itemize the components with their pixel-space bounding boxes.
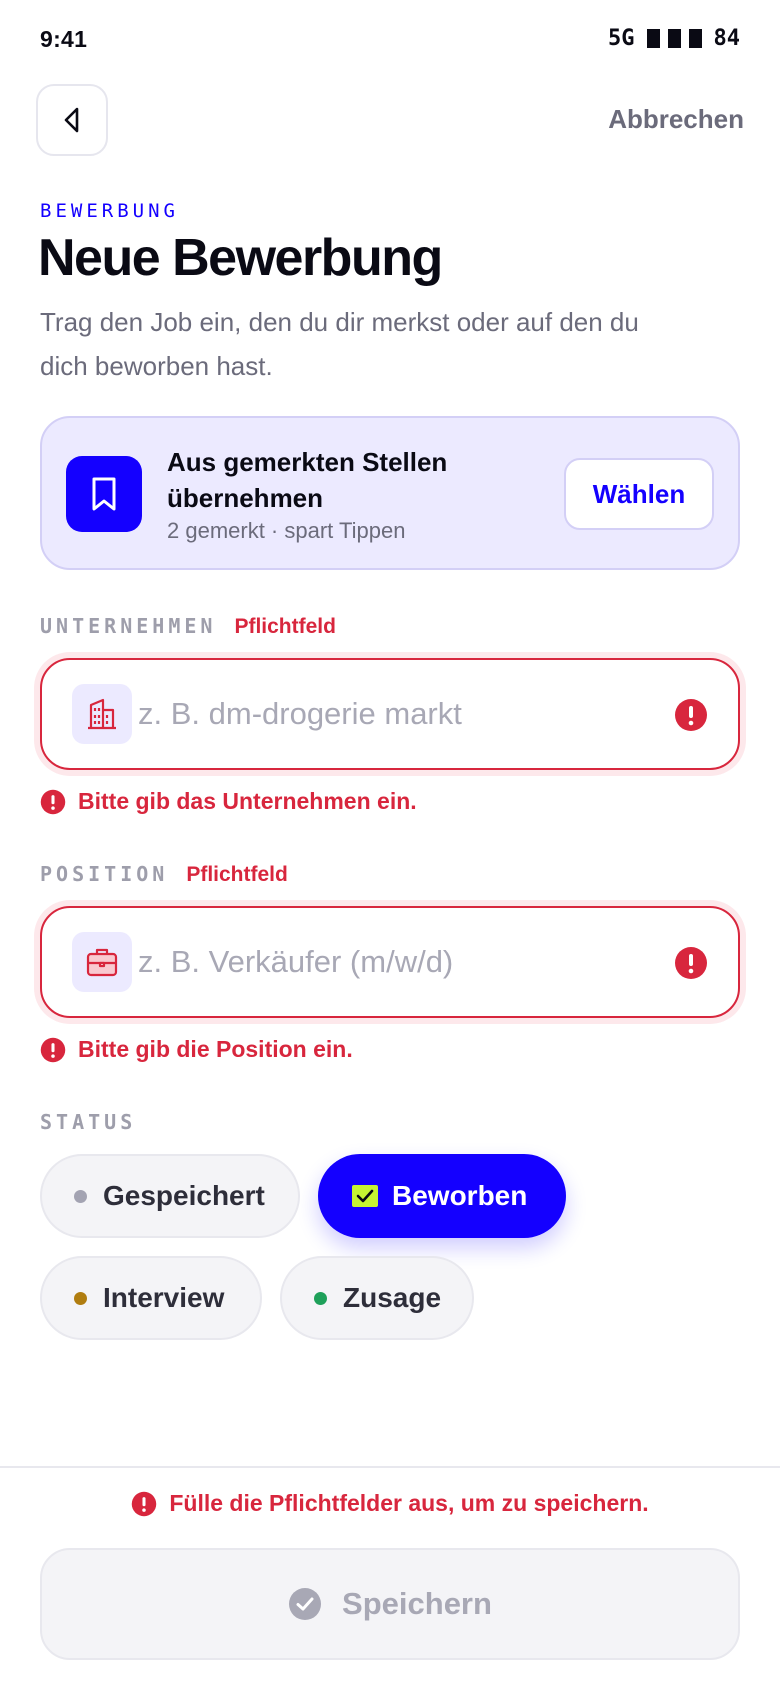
status-option-label: Beworben	[392, 1180, 528, 1211]
footer-divider	[0, 1466, 780, 1468]
save-warning-text: Fülle die Pflichtfelder aus, um zu speic…	[169, 1490, 649, 1516]
back-button[interactable]	[36, 84, 108, 156]
position-required-badge: Pflichtfeld	[186, 863, 288, 886]
chevron-left-icon	[64, 107, 79, 133]
saved-jobs-subtitle: 2 gemerkt · spart Tippen	[167, 518, 406, 543]
company-label: UNTERNEHMEN	[40, 614, 217, 638]
cancel-link[interactable]: Abbrechen	[608, 104, 744, 135]
building-icon	[72, 684, 132, 744]
briefcase-icon	[72, 932, 132, 992]
error-icon	[675, 947, 707, 979]
bookmark-icon	[66, 456, 142, 532]
status-option-gespeichert[interactable]: Gespeichert	[40, 1154, 300, 1238]
status-dot	[74, 1189, 87, 1203]
check-circle-icon	[289, 1588, 322, 1620]
section-eyebrow: BEWERBUNG	[40, 200, 179, 222]
choose-saved-job-button[interactable]: Wählen	[564, 458, 714, 530]
error-icon	[40, 789, 66, 814]
status-option-interview[interactable]: Interview	[40, 1256, 262, 1340]
signal-icon	[646, 29, 702, 48]
checkbox-checked-icon	[352, 1185, 378, 1207]
error-icon	[675, 699, 707, 731]
position-input[interactable]	[138, 908, 658, 1016]
company-input-container	[40, 658, 740, 770]
status-option-label: Gespeichert	[103, 1180, 265, 1211]
saved-jobs-card: Aus gemerkten Stellen übernehmen 2 gemer…	[40, 416, 740, 570]
status-option-label: Zusage	[343, 1282, 442, 1313]
save-button-label: Speichern	[342, 1586, 492, 1621]
error-icon	[40, 1037, 66, 1062]
company-error-message: Bitte gib das Unternehmen ein.	[40, 788, 417, 815]
save-warning: Fülle die Pflichtfelder aus, um zu speic…	[0, 1490, 780, 1517]
status-option-label: Interview	[103, 1282, 225, 1313]
status-time: 9:41	[40, 26, 88, 52]
status-label: STATUS	[40, 1110, 137, 1134]
position-field-label: POSITION Pflichtfeld	[40, 862, 288, 887]
network-label: 5G	[608, 26, 635, 51]
company-input[interactable]	[138, 660, 658, 768]
position-label: POSITION	[40, 862, 169, 886]
status-option-beworben[interactable]: Beworben	[318, 1154, 566, 1238]
position-input-container	[40, 906, 740, 1018]
company-error-text: Bitte gib das Unternehmen ein.	[78, 788, 417, 814]
error-icon	[132, 1491, 157, 1516]
company-required-badge: Pflichtfeld	[234, 615, 336, 638]
status-indicators: 5G 84	[608, 26, 740, 51]
position-error-message: Bitte gib die Position ein.	[40, 1036, 353, 1063]
saved-jobs-title: Aus gemerkten Stellen übernehmen	[167, 447, 448, 513]
battery-level: 84	[713, 26, 741, 51]
status-bar: 9:41 5G 84	[0, 0, 780, 80]
status-option-zusage[interactable]: Zusage	[280, 1256, 474, 1340]
status-dot	[314, 1291, 327, 1305]
save-button[interactable]: Speichern	[40, 1548, 740, 1660]
page-title: Neue Bewerbung	[38, 229, 443, 287]
position-error-text: Bitte gib die Position ein.	[78, 1036, 353, 1062]
company-field-label: UNTERNEHMEN Pflichtfeld	[40, 614, 336, 639]
status-dot	[74, 1291, 87, 1305]
page-subtitle: Trag den Job ein, den du dir merkst oder…	[40, 307, 639, 381]
